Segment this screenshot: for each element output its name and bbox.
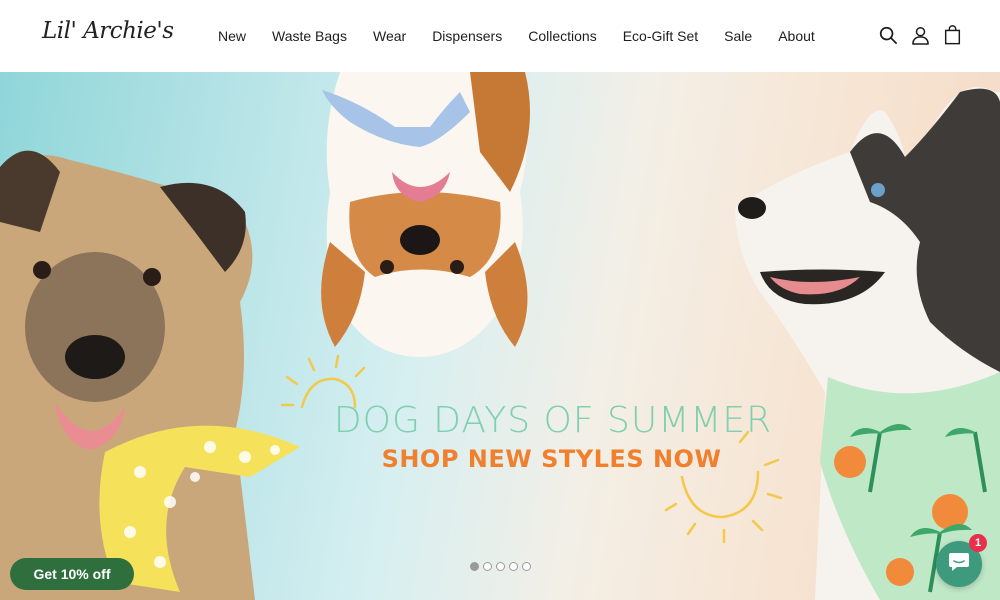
nav-item-dispensers[interactable]: Dispensers [419,28,515,44]
slide-dot-1[interactable] [470,562,479,571]
account-icon[interactable] [910,24,930,46]
hero-cta-text[interactable]: SHOP NEW STYLES NOW [0,445,1000,473]
hero-illustration [0,72,1000,600]
hero-headline: DOG DAYS OF SUMMER [333,400,773,441]
nav-item-waste-bags[interactable]: Waste Bags [259,28,360,44]
hero-banner[interactable]: DOG DAYS OF SUMMER SHOP NEW STYLES NOW [0,72,1000,600]
search-icon[interactable] [878,24,898,46]
dog-right-illustration [735,87,1000,600]
cart-icon[interactable] [942,24,962,46]
brand-logo[interactable]: Lil' Archie's [42,18,174,44]
slide-dot-2[interactable] [483,562,492,571]
nav-item-new[interactable]: New [205,28,259,44]
site-header: Lil' Archie's New Waste Bags Wear Dispen… [0,0,1000,72]
discount-promo-button[interactable]: Get 10% off [10,558,134,590]
chat-notification-badge: 1 [969,534,987,552]
nav-item-sale[interactable]: Sale [711,28,765,44]
slide-dot-3[interactable] [496,562,505,571]
main-nav: New Waste Bags Wear Dispensers Collectio… [205,0,828,72]
header-actions [878,24,962,46]
slide-dot-4[interactable] [509,562,518,571]
nav-item-collections[interactable]: Collections [515,28,609,44]
slide-dot-5[interactable] [522,562,531,571]
dog-center-illustration [321,72,530,357]
chat-icon [947,551,971,578]
nav-item-eco-gift-set[interactable]: Eco-Gift Set [610,28,711,44]
dog-left-illustration [0,150,300,600]
slide-indicators [470,562,531,571]
nav-item-wear[interactable]: Wear [360,28,419,44]
nav-item-about[interactable]: About [765,28,828,44]
